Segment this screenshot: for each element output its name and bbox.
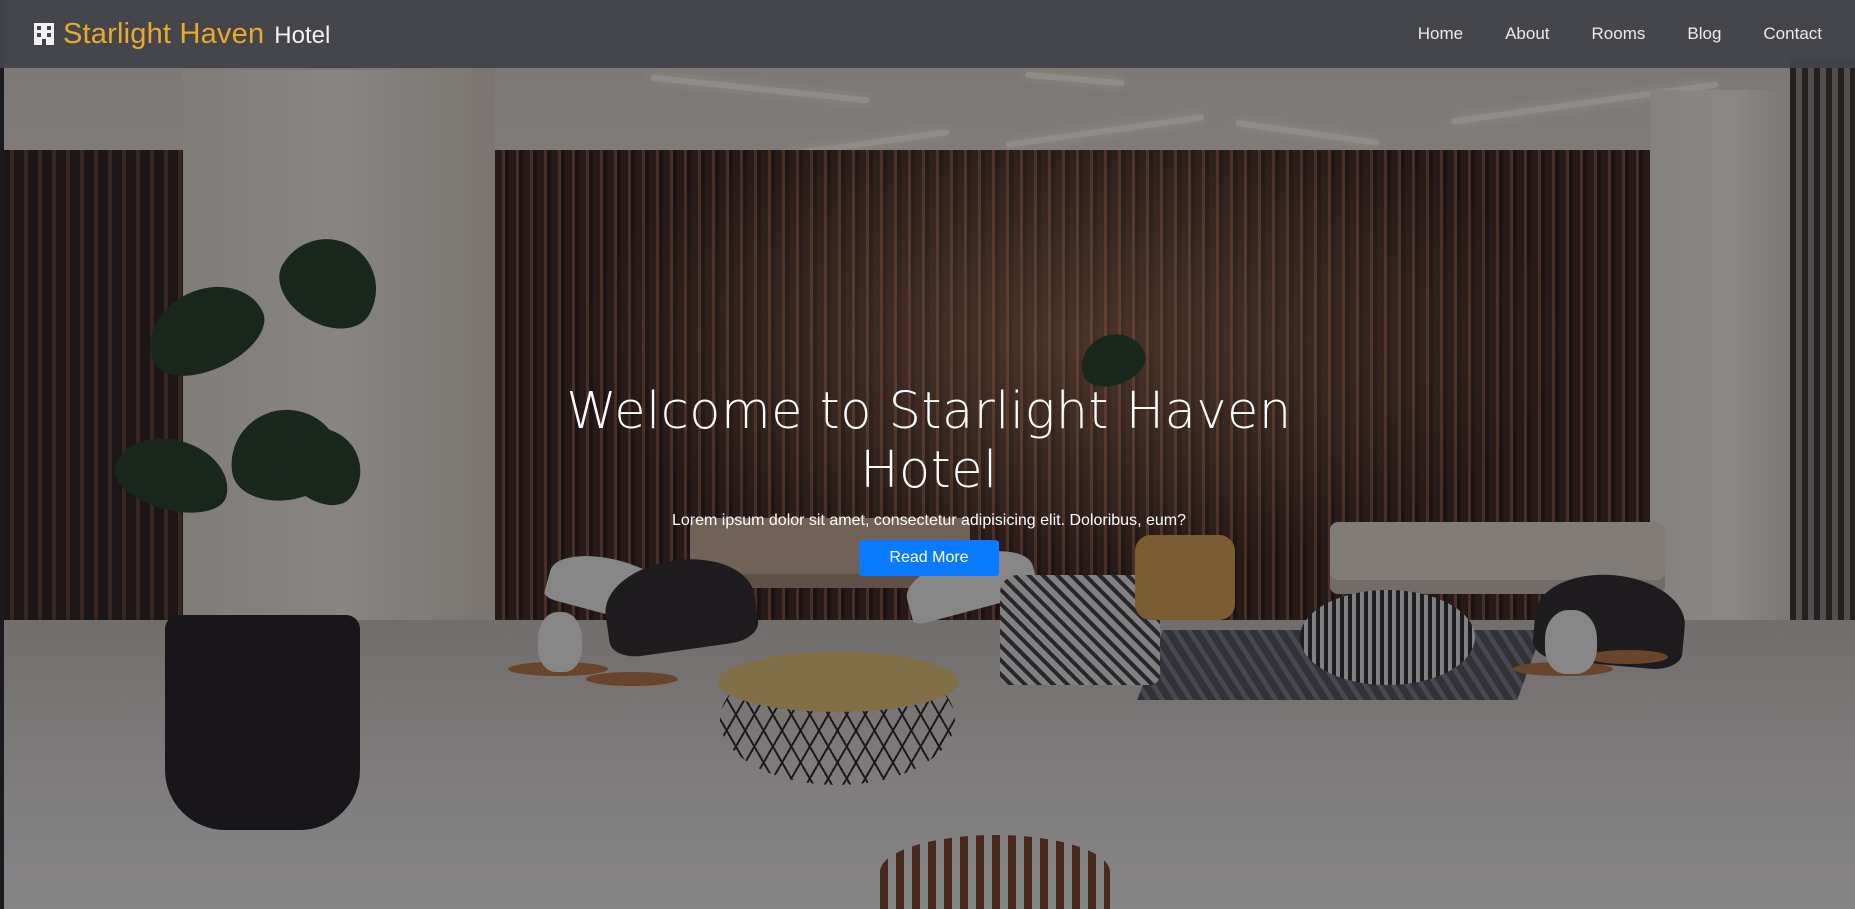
hero-content: Welcome to Starlight Haven Hotel Lorem i… bbox=[551, 382, 1307, 576]
read-more-button[interactable]: Read More bbox=[859, 540, 999, 576]
nav-link-contact[interactable]: Contact bbox=[1742, 24, 1822, 44]
nav-link-rooms[interactable]: Rooms bbox=[1571, 24, 1667, 44]
nav-link-home[interactable]: Home bbox=[1397, 24, 1484, 44]
nav-links: Home About Rooms Blog Contact bbox=[1397, 24, 1822, 44]
brand-suffix: Hotel bbox=[274, 22, 331, 49]
brand-logo-link[interactable]: Starlight Haven Hotel bbox=[33, 18, 330, 51]
nav-link-about[interactable]: About bbox=[1484, 24, 1570, 44]
hero-title: Welcome to Starlight Haven Hotel bbox=[566, 382, 1292, 500]
hero-subtitle: Lorem ipsum dolor sit amet, consectetur … bbox=[671, 512, 1186, 529]
hotel-building-icon bbox=[33, 22, 55, 46]
top-navbar: Starlight Haven Hotel Home About Rooms B… bbox=[0, 0, 1855, 68]
brand-name: Starlight Haven bbox=[63, 17, 265, 50]
page-left-edge bbox=[0, 0, 4, 909]
nav-link-blog[interactable]: Blog bbox=[1666, 24, 1742, 44]
